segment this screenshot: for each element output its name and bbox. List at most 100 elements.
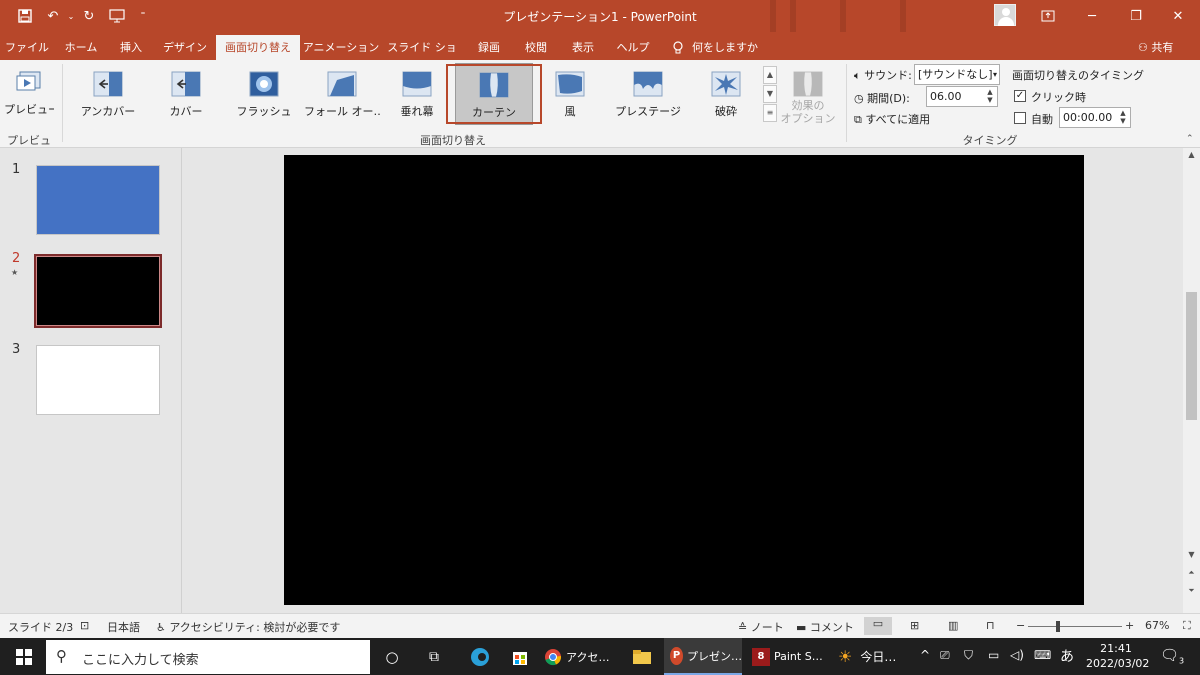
tab-design[interactable]: デザイン [156,35,214,60]
zoom-slider[interactable] [1028,626,1122,627]
advance-slide-title: 画面切り替えのタイミング [1012,69,1144,82]
accessibility-status[interactable]: ♿︎ アクセシビリティ: 検討が必要です [156,619,340,635]
effect-options-icon [793,71,823,97]
apply-to-all-button[interactable]: ⧉ すべてに適用 [854,111,930,127]
tab-home[interactable]: ホーム [56,35,106,60]
spinner-arrows-icon[interactable]: ▲ ▼ [985,88,995,104]
transition-shatter[interactable]: 破砕 [692,63,760,125]
gallery-more-icon[interactable]: ≡ [763,104,777,122]
auto-time-spinner[interactable]: 00:00.00 ▲ ▼ [1059,107,1131,128]
tab-view[interactable]: 表示 [560,35,606,60]
tab-slideshow[interactable]: スライド ショー [382,35,462,79]
transition-label: フォール オー… [304,105,380,118]
spinner-arrows-icon[interactable]: ▲ ▼ [1118,109,1128,125]
taskbar-search-input[interactable]: ⚲ ここに入力して検索 [46,640,370,674]
sound-dropdown[interactable]: [サウンドなし] ▾ [914,64,1000,85]
restore-icon[interactable]: ❐ [1114,0,1158,32]
slide-thumbnail-1[interactable] [36,165,160,235]
slide-thumbnail-3[interactable] [36,345,160,415]
slide-thumbnail-pane: 1 2 ★ 3 [0,148,182,613]
transition-label: 垂れ幕 [400,105,434,118]
tab-record[interactable]: 録画 [466,35,512,60]
lightbulb-icon[interactable] [666,35,690,60]
normal-view-icon[interactable]: ▭ [864,617,892,635]
tell-me-search[interactable]: 何をしますか [692,35,758,60]
taskbar-app-powerpoint[interactable]: P プレゼン… [664,638,742,675]
scroll-down-icon[interactable]: ▼ [1183,550,1200,559]
on-click-label: クリック時 [1031,91,1086,104]
transition-drape[interactable]: 垂れ幕 [382,63,452,125]
zoom-in-icon[interactable]: + [1125,619,1134,632]
file-explorer-icon[interactable] [626,638,658,675]
close-icon[interactable]: ✕ [1156,0,1200,32]
transition-fall-over[interactable]: フォール オー… [304,63,380,125]
volume-icon[interactable]: ◁) [1010,648,1024,662]
ime-indicator[interactable]: あ [1060,646,1074,666]
edge-icon[interactable] [466,638,494,675]
keyboard-icon[interactable]: ⌨ [1034,648,1051,662]
meet-now-icon[interactable]: ⎚ [940,648,950,663]
transition-label: 風 [564,105,576,118]
minimize-icon[interactable]: ─ [1070,0,1114,32]
taskbar-app-paint-shop[interactable]: 8 Paint S… [748,638,824,675]
show-hidden-icons-icon[interactable]: ^ [920,648,930,662]
slideshow-view-icon[interactable]: ⊓ [986,619,995,632]
comments-button[interactable]: ▬ コメント [796,619,854,635]
notification-center-icon[interactable]: 🗨︎3 [1160,646,1184,665]
notes-button[interactable]: ≙ ノート [738,619,784,635]
transition-uncover[interactable]: アンカバー [70,63,146,125]
network-icon[interactable]: ⛉ [964,648,973,663]
on-click-checkbox[interactable]: ✓ [1014,90,1026,102]
slide-canvas[interactable] [284,155,1084,605]
taskbar-app-label: Paint S… [774,650,823,663]
selected-transition-outline [446,64,542,124]
taskbar-app-chrome[interactable]: アクセ… [544,638,616,675]
auto-checkbox[interactable] [1014,112,1026,124]
gallery-scroll-up-icon[interactable]: ▲ [763,66,777,84]
auto-time-value: 00:00.00 [1063,111,1113,124]
ribbon-display-options-icon[interactable] [1026,0,1070,32]
task-view-icon[interactable]: ⧉ [422,638,446,675]
transition-wind[interactable]: 風 [536,63,604,125]
collapse-ribbon-icon[interactable]: ⌃ [1186,134,1194,144]
preview-button[interactable]: プレビュー [4,63,54,125]
vertical-scrollbar[interactable]: ▲ ▼ ⏶ ⏷ [1183,148,1200,613]
tab-help[interactable]: ヘルプ [608,35,658,60]
tab-insert[interactable]: 挿入 [108,35,154,60]
tab-transitions[interactable]: 画面切り替え [216,35,300,60]
previous-slide-icon[interactable]: ⏶ [1183,568,1200,578]
transition-flash[interactable]: フラッシュ [226,63,302,125]
zoom-level[interactable]: 67% [1145,619,1169,632]
reading-view-icon[interactable]: ▥ [948,619,958,632]
zoom-slider-thumb[interactable] [1056,621,1060,632]
transition-label: フラッシュ [236,105,292,118]
gallery-scroll-down-icon[interactable]: ▼ [763,85,777,103]
scroll-up-icon[interactable]: ▲ [1183,150,1200,159]
tab-animations[interactable]: アニメーション [302,35,380,60]
fit-to-window-icon[interactable]: ⛶ [1183,619,1191,633]
transition-cover[interactable]: カバー [148,63,224,125]
slide-thumbnail-2[interactable] [34,254,162,328]
notification-count: 3 [1179,656,1185,666]
windows-start-icon[interactable] [12,638,36,675]
effect-options-button[interactable]: 効果の オプション [780,63,836,125]
transition-label: カバー [169,105,203,118]
account-avatar[interactable] [994,4,1016,26]
clock[interactable]: 21:41 2022/03/02 [1086,641,1149,671]
share-button[interactable]: ⚇ 共有 [1138,35,1173,60]
next-slide-icon[interactable]: ⏷ [1183,586,1200,596]
taskbar-weather[interactable]: ☀ 今日… [838,638,908,675]
transition-prestige[interactable]: プレステージ [606,63,690,125]
spellcheck-icon[interactable]: ⊡ [80,619,89,632]
store-icon[interactable] [506,638,534,675]
cortana-icon[interactable]: ○ [380,638,404,675]
language-indicator[interactable]: 日本語 [107,619,140,635]
tab-file[interactable]: ファイル [0,35,54,60]
scrollbar-thumb[interactable] [1186,292,1197,420]
slide-sorter-icon[interactable]: ⊞ [910,619,919,632]
duration-spinner[interactable]: 06.00 ▲ ▼ [926,86,998,107]
clock-time: 21:41 [1100,642,1132,655]
battery-icon[interactable]: ▭ [988,648,999,662]
tab-review[interactable]: 校閲 [514,35,558,60]
zoom-out-icon[interactable]: − [1016,619,1025,632]
